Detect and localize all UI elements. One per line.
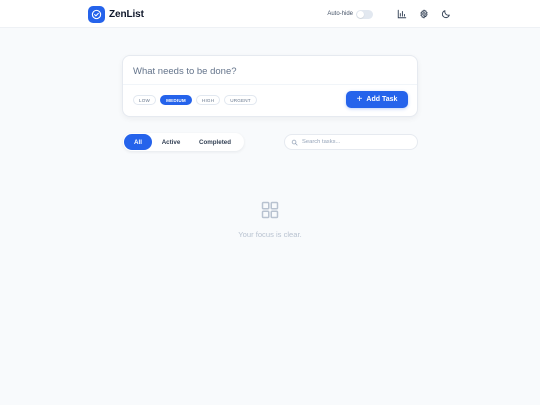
task-composer: LOW MEDIUM HIGH URGENT + Add Task <box>122 55 418 117</box>
priority-medium[interactable]: MEDIUM <box>160 95 192 105</box>
add-task-button[interactable]: + Add Task <box>346 91 408 108</box>
search-icon <box>291 133 298 151</box>
priority-high[interactable]: HIGH <box>195 95 221 105</box>
bar-chart-icon[interactable] <box>397 9 407 19</box>
priority-low[interactable]: LOW <box>133 95 157 105</box>
check-circle-icon <box>88 5 105 23</box>
tab-active[interactable]: Active <box>152 134 190 150</box>
moon-icon[interactable] <box>441 9 451 19</box>
task-input[interactable] <box>133 64 409 78</box>
priority-selector: LOW MEDIUM HIGH URGENT <box>133 95 257 105</box>
plus-icon: + <box>356 93 363 105</box>
filter-tabs: All Active Completed <box>123 133 244 151</box>
search-input[interactable] <box>302 139 412 145</box>
header-controls: Auto-hide <box>327 4 451 24</box>
add-task-label: Add Task <box>366 96 398 103</box>
search-box <box>284 134 418 150</box>
tab-completed[interactable]: Completed <box>190 134 240 150</box>
empty-state-text: Your focus is clear. <box>238 230 302 239</box>
brand: ZenList <box>88 4 144 24</box>
top-bar: ZenList Auto-hide <box>0 0 540 28</box>
toggle-knob <box>357 10 364 18</box>
empty-state: Your focus is clear. <box>0 200 540 239</box>
gear-icon[interactable] <box>419 9 429 19</box>
grid-icon <box>260 200 280 220</box>
autohide-toggle[interactable] <box>356 9 373 19</box>
tab-all[interactable]: All <box>124 134 152 150</box>
divider <box>123 84 417 85</box>
app-name: ZenList <box>109 8 144 20</box>
autohide-label: Auto-hide <box>327 11 353 17</box>
priority-urgent[interactable]: URGENT <box>224 95 257 105</box>
